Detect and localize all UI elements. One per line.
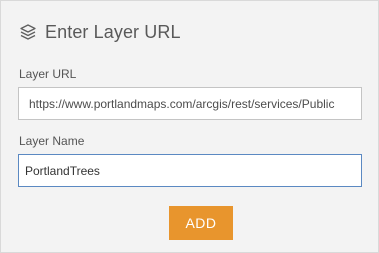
add-button[interactable]: ADD: [169, 206, 233, 240]
panel-header: Enter Layer URL: [19, 19, 181, 45]
layer-name-label: Layer Name: [19, 134, 85, 148]
layers-icon: [19, 23, 37, 41]
enter-layer-url-panel: Enter Layer URL Layer URL Layer Name ADD: [0, 0, 379, 253]
layer-url-input[interactable]: [18, 87, 362, 120]
layer-name-input[interactable]: [18, 154, 362, 187]
panel-title: Enter Layer URL: [45, 21, 181, 42]
layer-url-label: Layer URL: [19, 67, 77, 81]
